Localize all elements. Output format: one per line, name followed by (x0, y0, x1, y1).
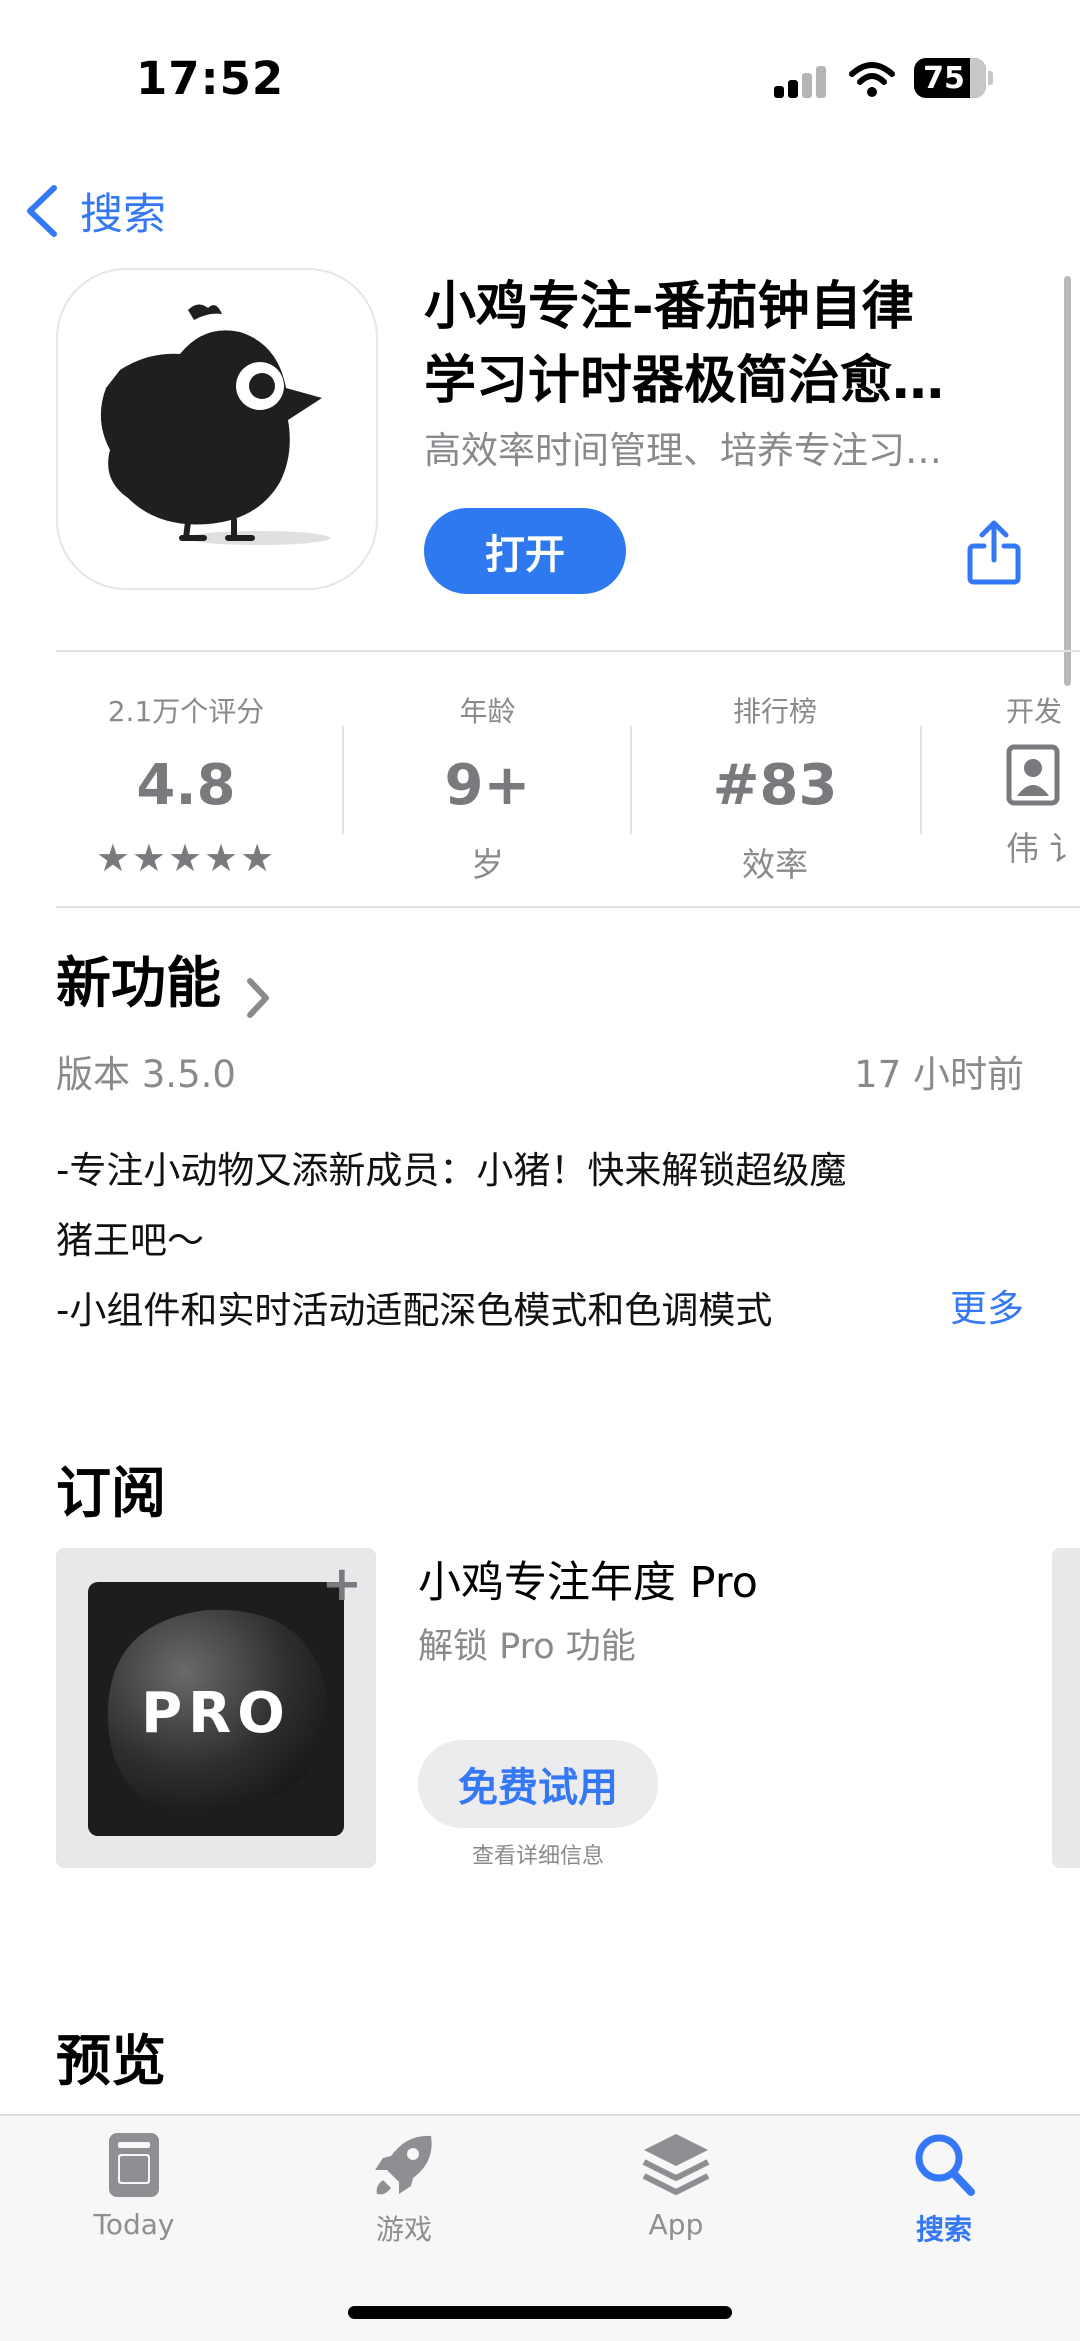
header-divider (56, 650, 1080, 652)
tab-apps[interactable]: App (586, 2130, 766, 2241)
free-trial-button[interactable]: 免费试用 (418, 1740, 658, 1828)
back-label: 搜索 (80, 190, 166, 240)
subscription-image[interactable]: PRO + (56, 1548, 376, 1868)
next-subscription-card[interactable] (1052, 1548, 1080, 1868)
stat-separator (342, 726, 344, 834)
tab-today[interactable]: Today (44, 2130, 224, 2241)
battery-nub (988, 71, 993, 85)
rating-stars: ★★★★★ (95, 836, 277, 880)
stat-separator (630, 726, 632, 834)
subscription-description: 解锁 Pro 功能 (418, 1627, 636, 1667)
whats-new-title: 新功能 (56, 951, 222, 1015)
app-icon (56, 268, 378, 590)
chart-rank: #83 (712, 753, 838, 818)
app-subtitle: 高效率时间管理、培养专注习… (424, 429, 942, 472)
stat-ratings[interactable]: 2.1万个评分 4.8 ★★★★★ (56, 690, 316, 880)
open-button[interactable]: 打开 (424, 508, 626, 594)
release-time: 17 小时前 (854, 1053, 1024, 1096)
subscription-name: 小鸡专注年度 Pro (418, 1558, 758, 1608)
scrollbar[interactable] (1064, 276, 1071, 686)
developer-icon (1006, 744, 1060, 806)
chevron-left-icon (27, 185, 57, 237)
back-button[interactable]: 搜索 (22, 180, 166, 242)
plus-icon: + (321, 1556, 362, 1612)
more-link[interactable]: 更多 (950, 1278, 1024, 1332)
chevron-right-icon (247, 977, 270, 1018)
search-icon (915, 2134, 975, 2196)
stat-separator (920, 726, 922, 834)
pro-badge: PRO (88, 1582, 344, 1836)
battery-level: 75 (923, 60, 965, 96)
cellular-signal-icon (774, 66, 826, 98)
tab-search[interactable]: 搜索 (854, 2130, 1034, 2248)
rating-value: 4.8 (136, 753, 236, 818)
stat-age[interactable]: 年龄 9+ 岁 (370, 690, 605, 886)
preview-title: 预览 (56, 2029, 167, 2093)
tab-games[interactable]: 游戏 (314, 2130, 494, 2248)
chick-icon (100, 304, 330, 545)
pro-text: PRO (141, 1681, 291, 1746)
rocket-icon (375, 2135, 432, 2195)
today-icon (109, 2133, 159, 2197)
home-indicator (348, 2306, 732, 2319)
app-title: 小鸡专注-番茄钟自律 学习计时器极简治愈… (424, 277, 945, 411)
version-label: 版本 3.5.0 (56, 1053, 236, 1096)
wifi-icon (849, 62, 895, 97)
status-time: 17:52 (136, 52, 285, 105)
age-value: 9+ (444, 753, 531, 818)
battery-indicator: 75 (914, 58, 986, 98)
subscription-title: 订阅 (56, 1461, 167, 1525)
stat-developer[interactable]: 开发 伟 讠 (1006, 690, 1080, 870)
app-stack-icon (642, 2134, 710, 2195)
share-icon[interactable] (966, 520, 1022, 586)
stats-divider (56, 906, 1080, 908)
release-notes: -专注小动物又添新成员：小猪！快来解锁超级魔 猪王吧～ -小组件和实时活动适配深… (56, 1149, 847, 1332)
stat-chart[interactable]: 排行榜 #83 效率 (660, 690, 890, 886)
whats-new-header[interactable]: 新功能 (56, 938, 272, 1021)
view-details-link[interactable]: 查看详细信息 (418, 1838, 658, 1870)
